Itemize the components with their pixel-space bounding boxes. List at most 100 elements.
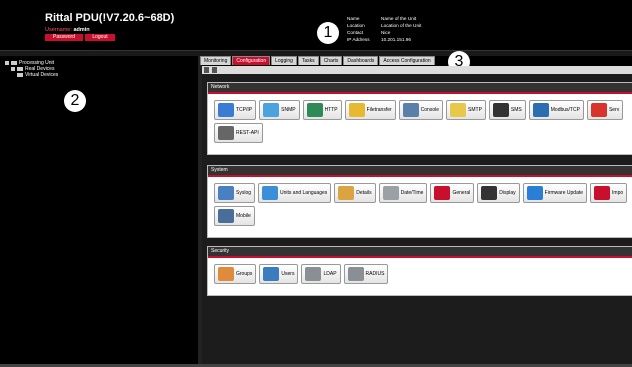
network-plug-icon — [218, 103, 234, 117]
main-tabs: Monitoring Configuration Logging Tasks C… — [200, 56, 435, 65]
tab-configuration[interactable]: Configuration — [232, 56, 271, 65]
callout-marker-1: 1 — [317, 22, 339, 44]
item-label: REST-API — [236, 130, 259, 136]
folder-icon — [17, 73, 23, 77]
group-icon — [218, 267, 234, 281]
globe-icon — [306, 103, 323, 117]
device-info: Name Name of the Unit Location Location of… — [347, 15, 421, 43]
clock-icon — [382, 186, 399, 200]
rest-api-icon — [218, 126, 234, 140]
console-button[interactable]: Console — [398, 100, 444, 120]
impo-button[interactable]: Impo — [590, 183, 628, 203]
http-button[interactable]: HTTP — [302, 100, 342, 120]
content-toolbar — [202, 66, 632, 74]
tab-dashboards[interactable]: Dashboards — [343, 56, 379, 65]
item-label: Users — [281, 271, 295, 277]
item-label: Groups — [236, 271, 253, 277]
configuration-content: Network TCP/IP SNMP HTTP Filetransfer Consol… — [202, 66, 632, 367]
tab-access-configuration[interactable]: Access Configuration — [379, 56, 435, 65]
phone-icon — [492, 103, 509, 117]
display-button[interactable]: Display — [477, 183, 520, 203]
details-button[interactable]: Details — [334, 183, 376, 203]
item-label: LDAP — [323, 271, 337, 277]
logout-button[interactable]: Logout — [85, 34, 115, 41]
mobile-button[interactable]: Mobile — [214, 206, 255, 226]
item-label: Firmware Update — [544, 190, 584, 196]
navigation-tree-pane: Processing Unit Real Devices Virtual Dev… — [0, 56, 198, 367]
item-label: Console — [420, 107, 440, 113]
monitor-icon — [402, 103, 419, 117]
lock-icon — [305, 267, 322, 281]
lock-icon — [347, 267, 364, 281]
item-label: SMTP — [468, 107, 482, 113]
user-icon — [263, 267, 280, 281]
item-label: Details — [356, 190, 372, 196]
security-panel-title: Security — [208, 247, 632, 258]
item-label: Date/Time — [400, 190, 424, 196]
general-button[interactable]: General — [430, 183, 475, 203]
tab-charts[interactable]: Charts — [319, 56, 343, 65]
security-items: Groups Users LDAP RADIUS — [208, 258, 632, 287]
item-label: Impo — [612, 190, 624, 196]
modbus-tcp-button[interactable]: Modbus/TCP — [528, 100, 584, 120]
firmware-update-button[interactable]: Firmware Update — [522, 183, 588, 203]
up-arrow-icon[interactable] — [212, 67, 217, 73]
item-label: TCP/IP — [236, 107, 253, 113]
username-line: Username: admin — [45, 27, 90, 33]
tools-icon — [594, 186, 611, 200]
tablet-icon — [218, 209, 234, 223]
flag-icon — [262, 186, 279, 200]
modbus-icon — [532, 103, 549, 117]
users-button[interactable]: Users — [259, 264, 299, 284]
tree-item-virtual-devices[interactable]: Virtual Devices — [5, 72, 58, 78]
filetransfer-button[interactable]: Filetransfer — [344, 100, 396, 120]
username-label: Username: — [45, 27, 72, 33]
item-label: Mobile — [236, 213, 251, 219]
display-icon — [481, 186, 498, 200]
item-label: Filetransfer — [366, 107, 392, 113]
expand-icon[interactable] — [5, 61, 9, 65]
document-icon[interactable] — [204, 67, 209, 73]
item-label: SNMP — [281, 107, 296, 113]
device-tree: Processing Unit Real Devices Virtual Dev… — [5, 60, 58, 78]
chart-icon — [218, 186, 234, 200]
units-and-languages-button[interactable]: Units and Languages — [258, 183, 332, 203]
radius-button[interactable]: RADIUS — [343, 264, 389, 284]
system-panel: System Syslog Units and Languages Details D… — [207, 165, 632, 238]
snmp-button[interactable]: SNMP — [259, 100, 300, 120]
smtp-button[interactable]: SMTP — [446, 100, 486, 120]
device-info-row: IP Address 10.201.151.96 — [347, 37, 411, 42]
tab-logging[interactable]: Logging — [271, 56, 297, 65]
ldap-button[interactable]: LDAP — [301, 264, 341, 284]
rest-api-button[interactable]: REST-API — [214, 123, 263, 143]
network-items: TCP/IP SNMP HTTP Filetransfer Console SMTP SMS… — [208, 94, 632, 146]
username-value: admin — [73, 27, 90, 33]
tab-tasks[interactable]: Tasks — [297, 56, 319, 65]
item-label: SMS — [510, 107, 522, 113]
wrench-icon — [434, 186, 451, 200]
item-label: Units and Languages — [280, 190, 328, 196]
folder-icon — [17, 67, 23, 71]
security-panel: Security Groups Users LDAP RADIUS — [207, 246, 632, 296]
date-time-button[interactable]: Date/Time — [378, 183, 428, 203]
app-title: Rittal PDU(!V7.20.6~68D) — [45, 12, 175, 24]
item-label: Display — [499, 190, 516, 196]
password-button[interactable]: Password — [45, 34, 83, 41]
expand-icon[interactable] — [11, 67, 15, 71]
device-info-row: Name Name of the Unit — [347, 16, 417, 21]
syslog-button[interactable]: Syslog — [214, 183, 256, 203]
device-info-row: Contact Nice — [347, 30, 391, 35]
folder-icon — [348, 103, 365, 117]
groups-button[interactable]: Groups — [214, 264, 257, 284]
serv-button[interactable]: Serv — [586, 100, 624, 120]
tab-monitoring[interactable]: Monitoring — [200, 56, 232, 65]
system-panel-title: System — [208, 166, 632, 177]
system-items: Syslog Units and Languages Details Date/Tim… — [208, 177, 632, 229]
envelope-icon — [450, 103, 467, 117]
item-label: HTTP — [324, 107, 338, 113]
item-label: RADIUS — [365, 271, 385, 277]
sms-button[interactable]: SMS — [488, 100, 526, 120]
item-label: Serv — [608, 107, 620, 113]
tcp-ip-button[interactable]: TCP/IP — [214, 100, 257, 120]
app-header: Rittal PDU(!V7.20.6~68D) Username: admin… — [0, 0, 632, 50]
